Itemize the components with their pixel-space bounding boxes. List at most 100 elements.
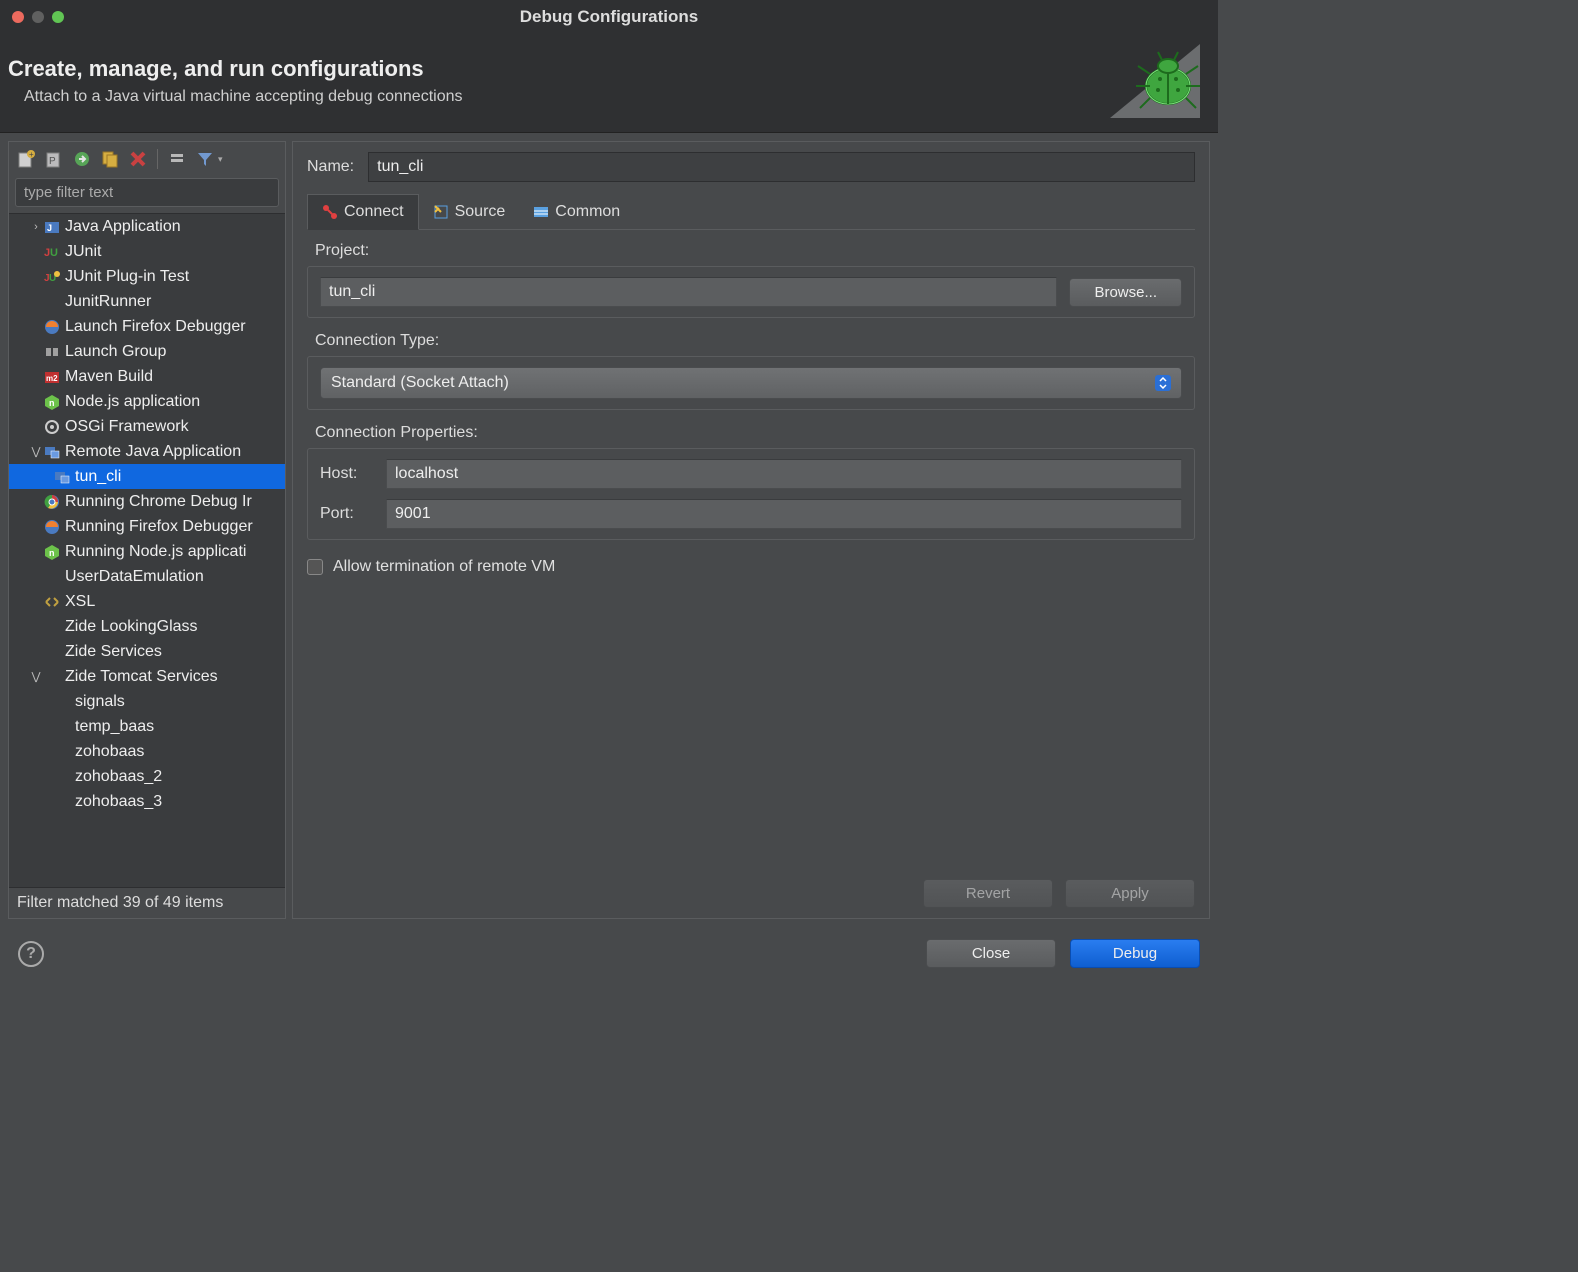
close-button[interactable]: Close xyxy=(926,939,1056,968)
tree-item[interactable]: Zide LookingGlass xyxy=(9,614,285,639)
config-tree[interactable]: ›JJava ApplicationJUJUnitJUJUnit Plug-in… xyxy=(9,213,285,888)
tree-item-label: Zide Services xyxy=(65,643,162,661)
tree-item-label: Running Chrome Debug Ir xyxy=(65,493,252,511)
tree-item[interactable]: temp_baas xyxy=(9,714,285,739)
tree-item[interactable]: ⋁ Zide Tomcat Services xyxy=(9,664,285,689)
tabbar: Connect Source Common xyxy=(307,194,1195,230)
browse-button[interactable]: Browse... xyxy=(1069,278,1182,307)
remote-icon xyxy=(43,443,61,461)
window-title: Debug Configurations xyxy=(520,7,698,27)
connection-type-select[interactable]: Standard (Socket Attach) xyxy=(320,367,1182,399)
tree-item[interactable]: tun_cli xyxy=(9,464,285,489)
dialog-title: Create, manage, and run configurations xyxy=(8,56,463,82)
terminate-label: Allow termination of remote VM xyxy=(333,558,555,576)
tree-item[interactable]: zohobaas_2 xyxy=(9,764,285,789)
apply-button[interactable]: Apply xyxy=(1065,879,1195,908)
tree-item[interactable]: Running Firefox Debugger xyxy=(9,514,285,539)
blank-icon xyxy=(43,668,61,686)
tree-item[interactable]: ⋁Remote Java Application xyxy=(9,439,285,464)
terminate-checkbox[interactable] xyxy=(307,559,323,575)
chevron-updown-icon xyxy=(1155,375,1171,391)
tree-item[interactable]: nRunning Node.js applicati xyxy=(9,539,285,564)
minimize-window-button[interactable] xyxy=(32,11,44,23)
svg-text:+: + xyxy=(29,150,34,159)
project-input[interactable] xyxy=(320,277,1057,307)
osgi-icon xyxy=(43,418,61,436)
export-button[interactable] xyxy=(71,148,93,170)
connection-properties-label: Connection Properties: xyxy=(307,424,1195,442)
blank-icon xyxy=(53,718,71,736)
close-window-button[interactable] xyxy=(12,11,24,23)
connection-type-value: Standard (Socket Attach) xyxy=(331,374,509,392)
group-icon xyxy=(43,343,61,361)
firefox-icon xyxy=(43,518,61,536)
debug-button[interactable]: Debug xyxy=(1070,939,1200,968)
tab-connect[interactable]: Connect xyxy=(307,194,419,230)
node-icon: n xyxy=(43,393,61,411)
tree-item[interactable]: XSL xyxy=(9,589,285,614)
tab-label: Common xyxy=(555,203,620,221)
new-config-button[interactable]: + xyxy=(15,148,37,170)
dropdown-caret-icon: ▾ xyxy=(218,154,223,165)
port-input[interactable] xyxy=(386,499,1182,529)
bug-icon xyxy=(1110,44,1200,118)
connection-type-label: Connection Type: xyxy=(307,332,1195,350)
project-label: Project: xyxy=(307,242,1195,260)
dialog-header: Create, manage, and run configurations A… xyxy=(0,34,1218,133)
svg-text:m2: m2 xyxy=(46,374,58,383)
new-prototype-button[interactable]: P xyxy=(43,148,65,170)
tab-common[interactable]: Common xyxy=(519,194,634,229)
tree-item-label: JUnit xyxy=(65,243,101,261)
java-icon: J xyxy=(43,218,61,236)
tree-item-label: Zide Tomcat Services xyxy=(65,668,218,686)
filter-input[interactable] xyxy=(15,178,279,207)
tree-item[interactable]: OSGi Framework xyxy=(9,414,285,439)
tree-item[interactable]: n Node.js application xyxy=(9,389,285,414)
tree-item[interactable]: ›JJava Application xyxy=(9,214,285,239)
tree-item[interactable]: Launch Firefox Debugger xyxy=(9,314,285,339)
twisty-icon: ⋁ xyxy=(29,670,43,683)
tree-item-label: Java Application xyxy=(65,218,181,236)
blank-icon xyxy=(53,743,71,761)
tree-item[interactable]: Running Chrome Debug Ir xyxy=(9,489,285,514)
svg-text:J: J xyxy=(47,223,52,233)
filter-status: Filter matched 39 of 49 items xyxy=(9,888,285,918)
tab-source[interactable]: Source xyxy=(419,194,520,229)
tree-item[interactable]: m2 Maven Build xyxy=(9,364,285,389)
tree-item[interactable]: zohobaas xyxy=(9,739,285,764)
tree-item[interactable]: zohobaas_3 xyxy=(9,789,285,814)
tree-item-label: Running Firefox Debugger xyxy=(65,518,253,536)
tree-item-label: zohobaas xyxy=(75,743,144,761)
tree-item[interactable]: JUJUnit xyxy=(9,239,285,264)
tree-item-label: Maven Build xyxy=(65,368,153,386)
source-icon xyxy=(433,204,449,220)
tree-item-label: XSL xyxy=(65,593,95,611)
tree-item[interactable]: JunitRunner xyxy=(9,289,285,314)
tree-item[interactable]: signals xyxy=(9,689,285,714)
blank-icon xyxy=(43,293,61,311)
help-button[interactable]: ? xyxy=(18,941,44,967)
junit-plugin-icon: JU xyxy=(43,268,61,286)
host-label: Host: xyxy=(320,465,370,483)
filter-button[interactable] xyxy=(194,148,216,170)
collapse-all-button[interactable] xyxy=(166,148,188,170)
delete-button[interactable] xyxy=(127,148,149,170)
tree-item-label: JunitRunner xyxy=(65,293,151,311)
tree-item[interactable]: Launch Group xyxy=(9,339,285,364)
blank-icon xyxy=(43,568,61,586)
blank-icon xyxy=(53,693,71,711)
twisty-icon: ⋁ xyxy=(29,445,43,458)
duplicate-button[interactable] xyxy=(99,148,121,170)
name-input[interactable] xyxy=(368,152,1195,182)
tree-item[interactable]: UserDataEmulation xyxy=(9,564,285,589)
tree-item-label: Node.js application xyxy=(65,393,200,411)
svg-text:n: n xyxy=(49,398,55,408)
zoom-window-button[interactable] xyxy=(52,11,64,23)
tree-item-label: signals xyxy=(75,693,125,711)
tree-item[interactable]: JUJUnit Plug-in Test xyxy=(9,264,285,289)
host-input[interactable] xyxy=(386,459,1182,489)
tree-item-label: OSGi Framework xyxy=(65,418,189,436)
tree-item[interactable]: Zide Services xyxy=(9,639,285,664)
tree-item-label: Zide LookingGlass xyxy=(65,618,198,636)
revert-button[interactable]: Revert xyxy=(923,879,1053,908)
